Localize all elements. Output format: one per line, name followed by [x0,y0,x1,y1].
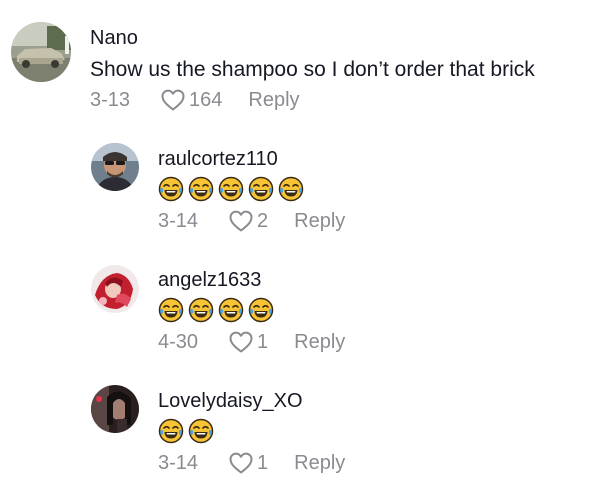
dark-selfie-photo-icon [91,385,139,433]
reply-meta: 3-14 1 Reply [158,450,345,476]
avatar[interactable] [91,143,139,191]
avatar[interactable] [91,385,139,433]
reply-emoji-text [158,418,214,444]
reply-button[interactable]: Reply [294,210,345,233]
face-with-tears-of-joy-icon [278,176,304,202]
face-with-tears-of-joy-icon [158,418,184,444]
reply-button[interactable]: Reply [294,331,345,354]
face-with-tears-of-joy-icon [188,418,214,444]
like-count: 164 [189,88,223,111]
heart-icon [161,89,185,111]
heart-icon [229,210,253,232]
comment-username[interactable]: Nano [90,26,138,50]
like-count: 2 [257,209,269,232]
reply-emoji-text [158,297,274,323]
heart-icon [229,452,253,474]
face-with-tears-of-joy-icon [248,297,274,323]
reply-comment: raulcortez110 3-14 2 Reply [0,125,593,245]
reply-date: 3-14 [158,209,199,232]
man-with-sunglasses-photo-icon [91,143,139,191]
like-count: 1 [257,330,269,353]
red-anime-art-icon [91,265,139,313]
face-with-tears-of-joy-icon [188,176,214,202]
reply-emoji-text [158,176,304,202]
comment-date: 3-13 [90,88,131,111]
face-with-tears-of-joy-icon [248,176,274,202]
reply-username[interactable]: raulcortez110 [158,147,278,171]
like-button[interactable]: 1 [228,451,268,475]
reply-date: 4-30 [158,330,199,353]
reply-meta: 4-30 1 Reply [158,329,345,355]
face-with-tears-of-joy-icon [218,297,244,323]
like-button[interactable]: 2 [228,209,268,233]
reply-comment: angelz1633 4-30 1 Reply [0,246,593,366]
face-with-tears-of-joy-icon [218,176,244,202]
avatar[interactable] [11,22,71,82]
reply-meta: 3-14 2 Reply [158,208,345,234]
face-with-tears-of-joy-icon [158,176,184,202]
comment-meta: 3-13 164 Reply [90,87,300,113]
like-count: 1 [257,451,269,474]
reply-comment: Lovelydaisy_XO 3-14 1 Reply [0,367,593,492]
reply-username[interactable]: Lovelydaisy_XO [158,389,303,413]
face-with-tears-of-joy-icon [188,297,214,323]
like-button[interactable]: 164 [160,88,222,112]
reply-button[interactable]: Reply [294,452,345,475]
reply-username[interactable]: angelz1633 [158,268,261,292]
reply-button[interactable]: Reply [248,89,299,112]
comment-thread-main: Nano Show us the shampoo so I don’t orde… [0,0,593,125]
face-with-tears-of-joy-icon [158,297,184,323]
reply-date: 3-14 [158,451,199,474]
comment-text: Show us the shampoo so I don’t order tha… [90,58,535,81]
like-button[interactable]: 1 [228,330,268,354]
heart-icon [229,331,253,353]
vintage-car-photo-icon [11,22,71,82]
avatar[interactable] [91,265,139,313]
